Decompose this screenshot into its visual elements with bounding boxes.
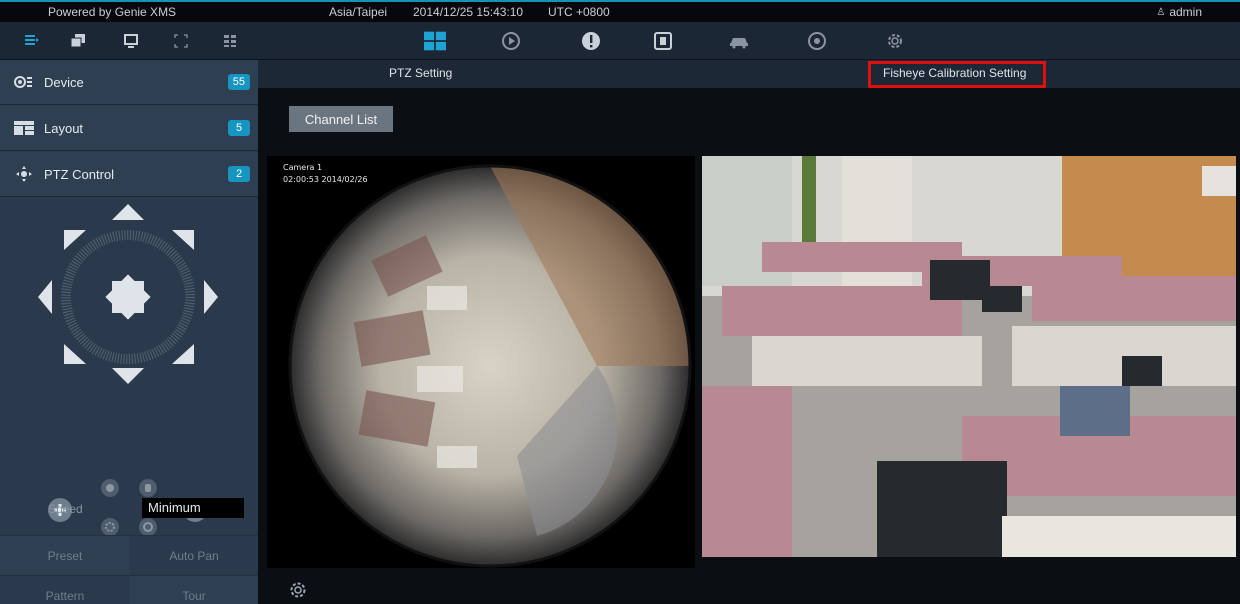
camera-name-label: Camera 1 <box>283 163 323 172</box>
speed-select[interactable]: Minimum <box>142 498 244 518</box>
dewarped-image <box>702 156 1236 557</box>
ptz-right-arrow[interactable] <box>204 280 218 314</box>
live-view-icon[interactable] <box>20 30 42 52</box>
status-bar: Powered by Genie XMS Asia/Taipei 2014/12… <box>0 0 1240 22</box>
camera-timestamp: 02:00:53 2014/02/26 <box>283 175 368 184</box>
window-icon[interactable] <box>67 30 89 52</box>
speed-label: Speed <box>48 502 83 516</box>
tab-ptz-setting[interactable]: PTZ Setting <box>389 66 452 80</box>
dewarped-camera-view[interactable] <box>702 156 1236 557</box>
tour-button[interactable]: Tour <box>130 575 258 604</box>
playback-icon[interactable] <box>500 30 522 52</box>
iris-close-icon[interactable] <box>139 479 157 497</box>
device-icon <box>14 74 34 90</box>
alert-icon[interactable] <box>580 30 602 52</box>
ptz-count-badge: 2 <box>228 166 250 182</box>
ptz-home-icon[interactable] <box>105 274 151 320</box>
sidebar-item-device[interactable]: Device 55 <box>0 60 258 105</box>
ptz-down-arrow[interactable] <box>112 368 144 384</box>
sidebar-item-label: Layout <box>44 120 84 136</box>
ptz-joystick <box>38 204 218 384</box>
ptz-down-right-arrow[interactable] <box>172 344 194 364</box>
layout-icon <box>14 120 34 136</box>
ptz-control-icon <box>14 166 34 182</box>
sidebar-item-label: Device <box>44 74 84 90</box>
sidebar-item-layout[interactable]: Layout 5 <box>0 106 258 151</box>
focus-near-icon[interactable] <box>101 518 119 536</box>
sidebar-item-label: PTZ Control <box>44 166 115 182</box>
fisheye-image <box>288 164 692 568</box>
utc-offset-text: UTC +0800 <box>548 5 610 19</box>
layout-grid-icon[interactable] <box>424 30 446 52</box>
timezone-text: Asia/Taipei <box>329 5 388 19</box>
auto-pan-button[interactable]: Auto Pan <box>130 535 258 575</box>
settings-icon[interactable] <box>884 30 906 52</box>
ptz-down-left-arrow[interactable] <box>64 344 86 364</box>
ptz-up-right-arrow[interactable] <box>172 230 194 250</box>
view-settings-icon[interactable] <box>288 580 308 600</box>
ptz-left-arrow[interactable] <box>38 280 52 314</box>
grid-icon[interactable] <box>219 30 241 52</box>
vehicle-icon[interactable] <box>728 30 750 52</box>
main-content: PTZ Setting Fisheye Calibration Setting … <box>258 60 1240 604</box>
tab-highlight-box <box>868 61 1046 88</box>
iris-open-icon[interactable] <box>101 479 119 497</box>
user-menu[interactable]: ♙ admin <box>1156 5 1202 19</box>
monitor-icon[interactable] <box>120 30 142 52</box>
device-count-badge: 55 <box>227 74 250 90</box>
pattern-button[interactable]: Pattern <box>0 575 130 604</box>
preset-button[interactable]: Preset <box>0 535 130 575</box>
fullscreen-icon[interactable] <box>170 30 192 52</box>
main-toolbar <box>0 22 1240 60</box>
ptz-up-left-arrow[interactable] <box>64 230 86 250</box>
fisheye-camera-view[interactable]: Camera 1 02:00:53 2014/02/26 <box>267 156 695 568</box>
keypad-icon[interactable] <box>652 30 674 52</box>
datetime-text: 2014/12/25 15:43:10 <box>413 5 524 19</box>
brand-text: Powered by Genie XMS <box>48 5 177 19</box>
settings-tab-bar: PTZ Setting Fisheye Calibration Setting <box>258 60 1240 88</box>
sidebar-item-ptz-control[interactable]: PTZ Control 2 <box>0 152 258 197</box>
layout-count-badge: 5 <box>228 120 250 136</box>
user-icon: ♙ <box>1156 6 1166 18</box>
ptz-up-arrow[interactable] <box>112 204 144 220</box>
ptz-icon[interactable] <box>806 30 828 52</box>
channel-list-button[interactable]: Channel List <box>289 106 393 132</box>
sidebar: Device 55 Layout 5 PTZ Control 2 Speed M… <box>0 60 258 604</box>
user-name: admin <box>1169 5 1202 19</box>
focus-far-icon[interactable] <box>139 518 157 536</box>
